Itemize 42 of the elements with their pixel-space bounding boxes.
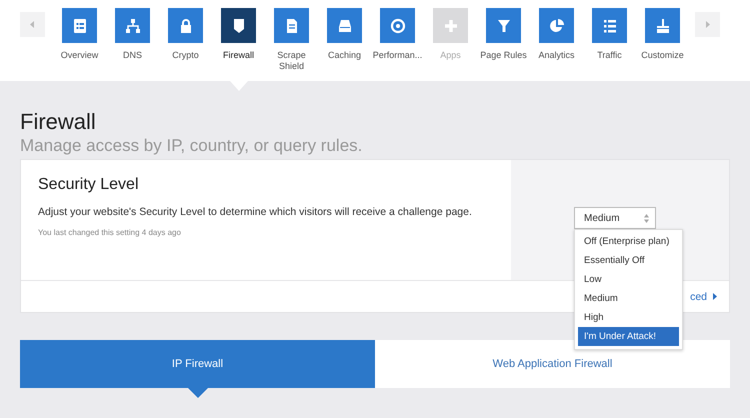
dropdown-option[interactable]: Essentially Off [578, 251, 679, 270]
page-subtitle: Manage access by IP, country, or query rules. [20, 135, 364, 157]
dropdown-option[interactable]: Off (Enterprise plan) [578, 232, 679, 251]
sitemap-icon[interactable] [115, 8, 150, 43]
nav-label[interactable]: Page Rules [478, 50, 530, 61]
tab[interactable]: IP Firewall [20, 340, 375, 388]
shield-icon[interactable] [221, 8, 256, 43]
tab-pointer [188, 388, 208, 398]
filter-icon[interactable] [486, 8, 521, 43]
nav-label[interactable]: Caching [318, 50, 370, 61]
target-icon[interactable] [380, 8, 415, 43]
nav-label[interactable]: DNS [106, 50, 158, 61]
list-icon[interactable] [592, 8, 627, 43]
page-title: Firewall [20, 109, 97, 135]
dropdown-option[interactable]: Low [578, 270, 679, 289]
drive-icon[interactable] [327, 8, 362, 43]
pie-chart-icon[interactable] [539, 8, 574, 43]
caret-left-icon [30, 21, 35, 28]
document-icon[interactable] [274, 8, 309, 43]
advanced-link[interactable]: ced [690, 290, 707, 302]
dropdown-option[interactable]: High [578, 308, 679, 327]
dropdown-option[interactable]: I'm Under Attack! [578, 327, 679, 346]
nav-label[interactable]: Analytics [530, 50, 582, 61]
brush-icon[interactable] [645, 8, 680, 43]
security-level-select[interactable]: Medium [574, 207, 656, 229]
nav-label[interactable]: Crypto [160, 50, 212, 61]
lock-icon[interactable] [168, 8, 203, 43]
nav-label[interactable]: Traffic [584, 50, 636, 61]
caret-right-icon [705, 21, 710, 28]
dropdown-option[interactable]: Medium [578, 289, 679, 308]
card-title: Security Level [38, 175, 140, 195]
list-icon[interactable] [62, 8, 97, 43]
card-description: Adjust your website's Security Level to determine which visitors will receive a challenge page. [38, 205, 473, 220]
last-changed-note: You last changed this setting 4 days ago [38, 228, 182, 237]
nav-label[interactable]: Overview [54, 50, 106, 61]
nav-label[interactable]: Scrape Shield [266, 50, 318, 72]
nav-label[interactable]: Customize [636, 50, 688, 61]
caret-icon [713, 293, 717, 300]
tab[interactable]: Web Application Firewall [375, 340, 730, 388]
nav-label[interactable]: Performan... [372, 50, 424, 61]
nav-label[interactable]: Firewall [212, 50, 264, 61]
updown-icon [644, 214, 649, 222]
